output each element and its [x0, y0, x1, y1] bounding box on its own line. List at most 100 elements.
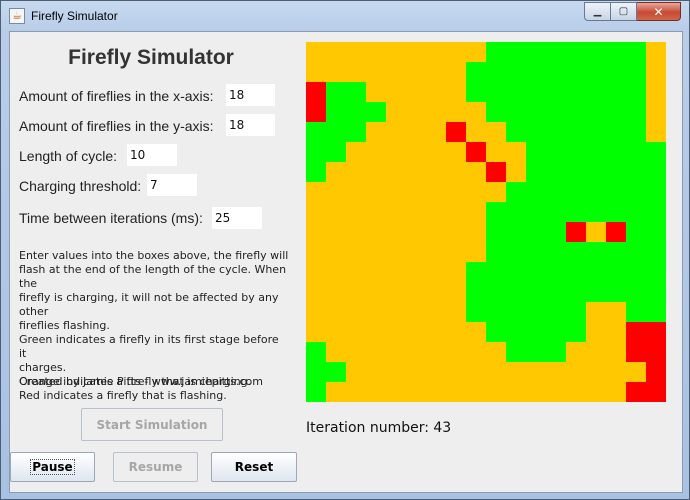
firefly-cell-orange: [466, 42, 486, 62]
firefly-cell-orange: [346, 62, 366, 82]
firefly-cell-orange: [446, 42, 466, 62]
firefly-cell-red: [646, 342, 666, 362]
firefly-cell-green: [466, 82, 486, 102]
firefly-cell-green: [326, 82, 346, 102]
firefly-cell-orange: [606, 322, 626, 342]
firefly-cell-orange: [506, 142, 526, 162]
firefly-cell-orange: [406, 342, 426, 362]
pause-button[interactable]: Pause: [10, 452, 95, 482]
firefly-cell-orange: [566, 382, 586, 402]
firefly-cell-orange: [486, 342, 506, 362]
firefly-cell-orange: [546, 362, 566, 382]
firefly-cell-orange: [386, 162, 406, 182]
reset-button[interactable]: Reset: [211, 452, 297, 482]
firefly-cell-green: [566, 242, 586, 262]
firefly-cell-orange: [386, 222, 406, 242]
firefly-cell-green: [566, 62, 586, 82]
firefly-cell-orange: [406, 282, 426, 302]
firefly-cell-orange: [406, 242, 426, 262]
firefly-cell-orange: [346, 162, 366, 182]
firefly-cell-orange: [566, 342, 586, 362]
firefly-cell-orange: [466, 242, 486, 262]
resume-button[interactable]: Resume: [113, 452, 198, 482]
firefly-cell-orange: [386, 182, 406, 202]
firefly-cell-green: [566, 42, 586, 62]
firefly-cell-orange: [426, 62, 446, 82]
firefly-cell-orange: [426, 182, 446, 202]
firefly-cell-orange: [446, 82, 466, 102]
firefly-cell-green: [326, 102, 346, 122]
firefly-cell-orange: [306, 262, 326, 282]
firefly-cell-orange: [466, 322, 486, 342]
firefly-cell-orange: [366, 222, 386, 242]
firefly-cell-orange: [386, 302, 406, 322]
firefly-cell-orange: [486, 382, 506, 402]
firefly-cell-green: [306, 362, 326, 382]
firefly-cell-green: [626, 122, 646, 142]
firefly-cell-green: [586, 42, 606, 62]
firefly-cell-green: [326, 142, 346, 162]
firefly-cell-green: [486, 222, 506, 242]
firefly-cell-orange: [406, 382, 426, 402]
firefly-cell-orange: [326, 282, 346, 302]
cycle-length-input[interactable]: 10: [127, 144, 177, 166]
firefly-cell-orange: [386, 42, 406, 62]
charging-threshold-input[interactable]: 7: [147, 174, 197, 196]
firefly-cell-green: [526, 322, 546, 342]
firefly-cell-green: [626, 102, 646, 122]
firefly-cell-orange: [366, 82, 386, 102]
firefly-cell-green: [606, 142, 626, 162]
firefly-cell-orange: [306, 282, 326, 302]
firefly-cell-red: [646, 382, 666, 402]
firefly-cell-green: [606, 262, 626, 282]
iteration-time-input[interactable]: 25: [212, 207, 262, 229]
firefly-cell-orange: [346, 362, 366, 382]
firefly-cell-orange: [466, 102, 486, 122]
firefly-cell-green: [606, 122, 626, 142]
firefly-cell-green: [546, 122, 566, 142]
firefly-cell-orange: [406, 322, 426, 342]
title-bar[interactable]: ☕ Firefly Simulator ▁ ▢ ✕: [1, 1, 689, 31]
close-icon[interactable]: ✕: [637, 2, 681, 21]
firefly-cell-orange: [346, 222, 366, 242]
firefly-cell-green: [506, 282, 526, 302]
firefly-cell-red: [566, 222, 586, 242]
firefly-cell-green: [506, 322, 526, 342]
firefly-cell-green: [486, 282, 506, 302]
firefly-cell-green: [566, 322, 586, 342]
firefly-cell-orange: [406, 302, 426, 322]
firefly-grid: [306, 42, 666, 402]
firefly-cell-orange: [426, 362, 446, 382]
firefly-cell-green: [346, 82, 366, 102]
firefly-cell-green: [566, 142, 586, 162]
firefly-cell-red: [306, 102, 326, 122]
firefly-cell-green: [526, 282, 546, 302]
firefly-cell-green: [586, 162, 606, 182]
firefly-cell-green: [326, 122, 346, 142]
firefly-cell-orange: [606, 362, 626, 382]
firefly-cell-orange: [446, 342, 466, 362]
minimize-icon[interactable]: ▁: [584, 2, 611, 21]
firefly-cell-green: [606, 62, 626, 82]
firefly-cell-orange: [386, 62, 406, 82]
x-axis-input[interactable]: 18: [226, 84, 275, 106]
firefly-cell-green: [546, 102, 566, 122]
firefly-cell-orange: [366, 202, 386, 222]
firefly-cell-orange: [446, 262, 466, 282]
firefly-cell-green: [626, 242, 646, 262]
firefly-cell-orange: [366, 62, 386, 82]
firefly-cell-orange: [326, 382, 346, 402]
firefly-cell-green: [486, 62, 506, 82]
firefly-cell-green: [586, 82, 606, 102]
firefly-cell-green: [586, 142, 606, 162]
firefly-cell-orange: [406, 202, 426, 222]
firefly-cell-orange: [406, 142, 426, 162]
firefly-cell-orange: [466, 342, 486, 362]
firefly-cell-orange: [446, 242, 466, 262]
y-axis-input[interactable]: 18: [226, 114, 275, 136]
firefly-cell-orange: [606, 382, 626, 402]
start-simulation-button[interactable]: Start Simulation: [81, 408, 223, 441]
firefly-cell-orange: [466, 362, 486, 382]
firefly-cell-green: [586, 122, 606, 142]
maximize-icon[interactable]: ▢: [611, 2, 637, 21]
